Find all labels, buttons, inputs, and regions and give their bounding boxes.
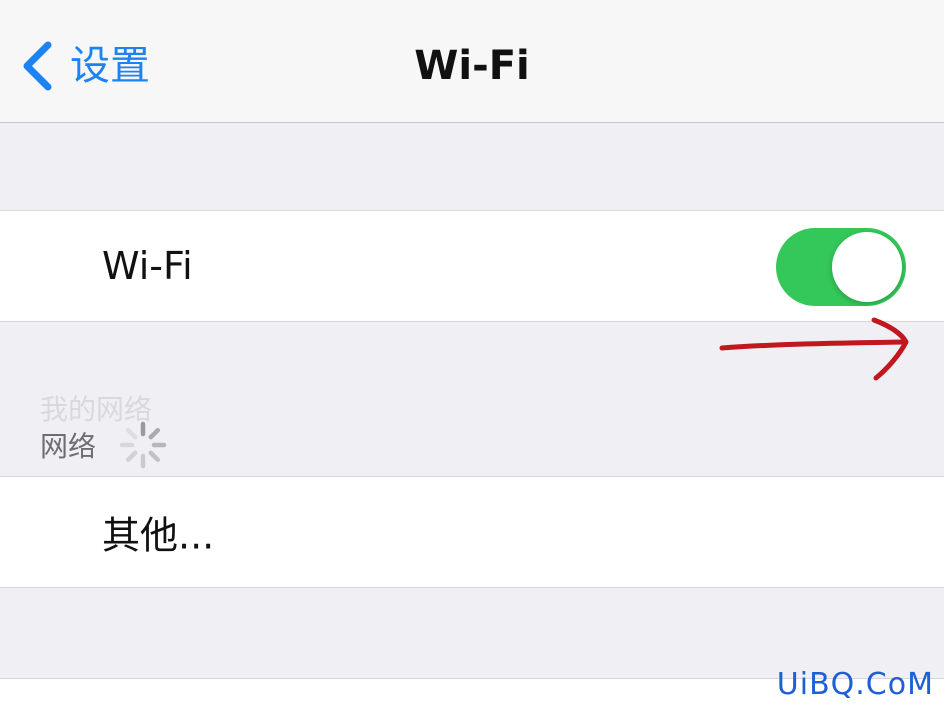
wifi-toggle[interactable] (776, 228, 906, 306)
toggle-knob (832, 232, 902, 302)
other-label: 其他... (102, 513, 215, 558)
networks-label: 网络 (40, 430, 97, 463)
page-title: Wi-Fi (414, 43, 530, 89)
navigation-bar: 设置 Wi-Fi (0, 0, 944, 123)
wifi-cell: Wi-Fi (0, 210, 944, 322)
ghost-network-row: ▂▂ ▂▂▂▂ ▂▂▂ (100, 458, 327, 476)
wifi-label: Wi-Fi (102, 244, 193, 288)
other-network-cell[interactable]: 其他... (0, 476, 944, 588)
watermark: UiBQ.CoM (776, 667, 934, 702)
annotation-arrow-icon (719, 317, 909, 381)
